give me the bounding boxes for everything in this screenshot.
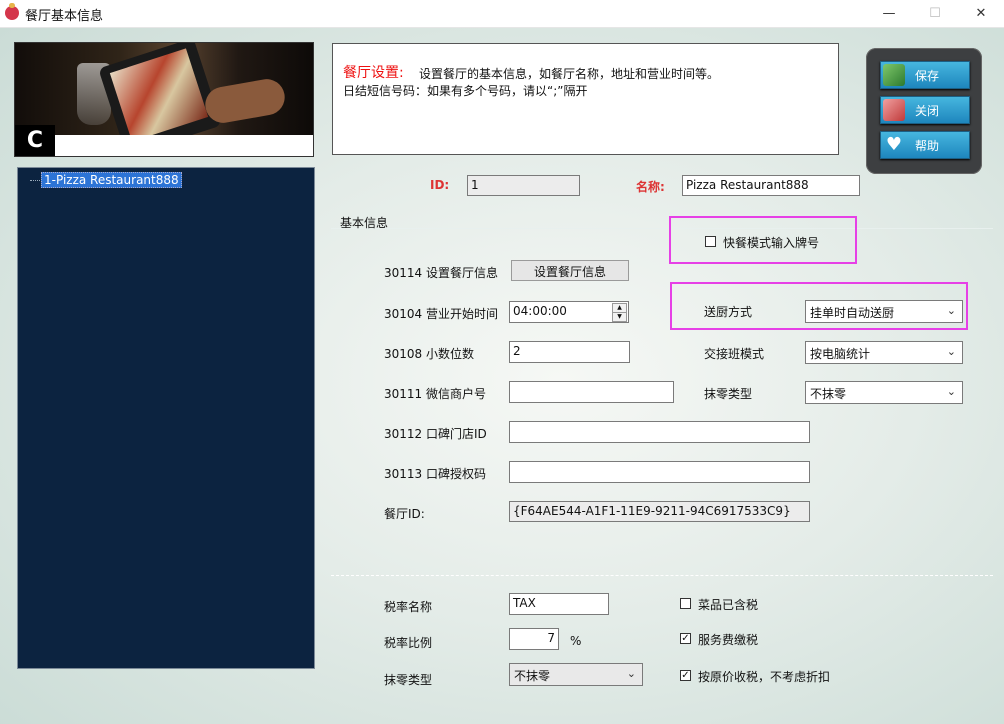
fast-mode-checkbox[interactable] xyxy=(705,236,716,247)
hand-graphic xyxy=(202,76,288,126)
chevron-down-icon: ⌄ xyxy=(946,385,956,398)
close-window-button[interactable]: ✕ xyxy=(958,0,1004,27)
chevron-down-icon: ⌄ xyxy=(946,304,956,317)
restaurant-guid-field[interactable]: {F64AE544-A1F1-11E9-9211-94C6917533C9} xyxy=(509,501,810,522)
business-start-time-field[interactable]: 04:00:00 xyxy=(509,301,629,323)
decimal-places-field[interactable]: 2 xyxy=(509,341,630,363)
dish-tax-included-checkbox[interactable] xyxy=(680,598,691,609)
section-divider xyxy=(331,575,993,576)
help-button-label: 帮助 xyxy=(915,139,940,153)
shift-mode-label: 交接班模式 xyxy=(704,347,765,361)
save-button[interactable]: 保存 xyxy=(880,61,970,89)
group-divider xyxy=(331,228,993,229)
window-title: 餐厅基本信息 xyxy=(25,9,104,24)
info-panel: 餐厅设置: 设置餐厅的基本信息，如餐厅名称，地址和营业时间等。 日结短信号码：如… xyxy=(332,43,839,155)
kitchen-mode-value: 挂单时自动送厨 xyxy=(810,306,895,320)
banner-footer xyxy=(15,135,313,156)
label-30108: 30108 小数位数 xyxy=(384,347,474,361)
id-field[interactable]: 1 xyxy=(467,175,580,196)
tax-rounding-label: 抹零类型 xyxy=(384,673,433,687)
shift-mode-select[interactable]: 按电脑统计 ⌄ xyxy=(805,341,963,364)
chevron-down-icon: ⌄ xyxy=(626,667,636,680)
service-fee-taxed-label: 服务费缴税 xyxy=(698,633,759,647)
app-icon xyxy=(5,3,19,20)
label-30104: 30104 营业开始时间 xyxy=(384,307,498,321)
action-panel: 保存 关闭 ♥ 帮助 xyxy=(866,48,982,174)
tax-rounding-select[interactable]: 不抹零 ⌄ xyxy=(509,663,643,686)
save-icon xyxy=(883,64,905,86)
name-field[interactable]: Pizza Restaurant888 xyxy=(682,175,860,196)
title-bar: 餐厅基本信息 — ☐ ✕ xyxy=(0,0,1004,28)
rounding-type-label: 抹零类型 xyxy=(704,387,753,401)
tax-name-field[interactable]: TAX xyxy=(509,593,609,615)
kitchen-mode-select[interactable]: 挂单时自动送厨 ⌄ xyxy=(805,300,963,323)
kitchen-mode-label: 送厨方式 xyxy=(704,305,753,319)
info-sms-hint: 日结短信号码：如果有多个号码，请以“;”隔开 xyxy=(343,84,588,98)
brand-logo-icon: C xyxy=(15,125,55,156)
shift-mode-value: 按电脑统计 xyxy=(810,347,871,361)
tax-rate-unit: % xyxy=(570,634,582,648)
rounding-type-value: 不抹零 xyxy=(810,387,847,401)
restaurant-id-label: 餐厅ID: xyxy=(384,507,425,521)
basic-info-group-title: 基本信息 xyxy=(340,216,389,230)
help-button[interactable]: ♥ 帮助 xyxy=(880,131,970,159)
fast-mode-label: 快餐模式输入牌号 xyxy=(723,236,820,250)
maximize-button[interactable]: ☐ xyxy=(912,0,958,27)
id-label: ID: xyxy=(430,178,450,192)
info-description: 设置餐厅的基本信息，如餐厅名称，地址和营业时间等。 xyxy=(419,67,720,81)
koubei-store-id-field[interactable] xyxy=(509,421,810,443)
restaurant-tree[interactable]: 1-Pizza Restaurant888 xyxy=(17,167,315,669)
tax-original-price-label: 按原价收税，不考虑折扣 xyxy=(698,670,831,684)
label-30112: 30112 口碑门店ID xyxy=(384,427,487,441)
restaurant-banner-image: C xyxy=(14,42,314,157)
chevron-down-icon: ⌄ xyxy=(946,345,956,358)
label-30113: 30113 口碑授权码 xyxy=(384,467,486,481)
close-button-label: 关闭 xyxy=(915,104,940,118)
dish-tax-included-label: 菜品已含税 xyxy=(698,598,759,612)
business-start-time-value: 04:00:00 xyxy=(513,304,567,318)
tax-original-price-checkbox[interactable]: ✓ xyxy=(680,670,691,681)
tree-item-restaurant[interactable]: 1-Pizza Restaurant888 xyxy=(41,172,182,188)
tree-connector xyxy=(30,180,40,181)
heart-icon: ♥ xyxy=(885,134,903,155)
tax-rounding-value: 不抹零 xyxy=(514,669,551,683)
save-button-label: 保存 xyxy=(915,69,940,83)
label-30114: 30114 设置餐厅信息 xyxy=(384,266,498,280)
minimize-button[interactable]: — xyxy=(866,0,912,27)
set-restaurant-info-button[interactable]: 设置餐厅信息 xyxy=(511,260,629,281)
tax-rate-label: 税率比例 xyxy=(384,636,433,650)
rounding-type-select[interactable]: 不抹零 ⌄ xyxy=(805,381,963,404)
time-spin-down-icon[interactable]: ▼ xyxy=(612,312,627,322)
close-button[interactable]: 关闭 xyxy=(880,96,970,124)
label-30111: 30111 微信商户号 xyxy=(384,387,486,401)
wechat-merchant-field[interactable] xyxy=(509,381,674,403)
tax-rate-field[interactable]: 7 xyxy=(509,628,559,650)
koubei-auth-code-field[interactable] xyxy=(509,461,810,483)
tax-name-label: 税率名称 xyxy=(384,600,433,614)
info-title: 餐厅设置: xyxy=(343,65,404,81)
name-label: 名称: xyxy=(636,180,665,194)
service-fee-taxed-checkbox[interactable]: ✓ xyxy=(680,633,691,644)
exit-icon xyxy=(883,99,905,121)
